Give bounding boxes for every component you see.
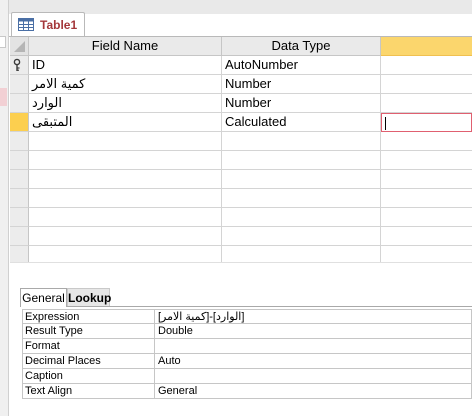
description-cell[interactable]: [381, 208, 472, 227]
select-all-triangle-icon: [14, 41, 25, 52]
row-selector[interactable]: [10, 246, 29, 262]
data-type-cell[interactable]: Calculated: [222, 113, 381, 132]
row-selector[interactable]: [10, 151, 29, 170]
navigation-pane-selected-item[interactable]: [0, 88, 7, 106]
property-value-caption[interactable]: [155, 369, 472, 384]
table-icon: [18, 18, 34, 31]
row-selector[interactable]: [10, 56, 29, 75]
field-name-cell[interactable]: المتبقى: [29, 113, 222, 132]
property-name: Text Align: [22, 384, 155, 399]
description-cell[interactable]: [381, 132, 472, 151]
data-type-cell[interactable]: [222, 151, 381, 170]
description-cell[interactable]: [381, 75, 472, 94]
select-all-corner[interactable]: [10, 37, 29, 56]
tab-divider: [67, 306, 472, 307]
data-type-cell[interactable]: Number: [222, 75, 381, 94]
navigation-pane-edge: [0, 0, 9, 416]
property-value-decimal-places[interactable]: Auto: [155, 354, 472, 369]
navigation-pane-item[interactable]: [0, 36, 6, 48]
tab-lookup[interactable]: Lookup: [67, 288, 111, 307]
property-name: Expression: [22, 309, 155, 324]
text-cursor: [385, 117, 386, 130]
property-value-result-type[interactable]: Double: [155, 324, 472, 339]
field-name-cell[interactable]: [29, 189, 222, 208]
data-type-cell[interactable]: [222, 132, 381, 151]
row-selector[interactable]: [10, 189, 29, 208]
column-header-data-type[interactable]: Data Type: [222, 37, 381, 56]
field-properties-pane: General Lookup Expression [الوارد]-[كمية…: [10, 286, 472, 416]
description-cell[interactable]: [381, 170, 472, 189]
row-selector[interactable]: [10, 208, 29, 227]
description-cell[interactable]: [381, 151, 472, 170]
field-name-cell[interactable]: [29, 208, 222, 227]
table-design-grid: Field Name Data Type ID AutoNumber كمية …: [10, 37, 472, 262]
field-name-cell[interactable]: الوارد: [29, 94, 222, 113]
property-value-text-align[interactable]: General: [155, 384, 472, 399]
description-cell[interactable]: [381, 227, 472, 246]
field-name-cell[interactable]: [29, 227, 222, 246]
description-cell[interactable]: [381, 94, 472, 113]
row-selector[interactable]: [10, 94, 29, 113]
property-name: Result Type: [22, 324, 155, 339]
data-type-cell[interactable]: [222, 208, 381, 227]
property-name: Format: [22, 339, 155, 354]
row-selector[interactable]: [10, 132, 29, 151]
data-type-cell[interactable]: Number: [222, 94, 381, 113]
property-row-expression: Expression [الوارد]-[كمية الامر]: [22, 309, 472, 324]
property-name: Decimal Places: [22, 354, 155, 369]
property-row-decimal-places: Decimal Places Auto: [22, 354, 472, 369]
column-header-description[interactable]: [381, 37, 472, 56]
description-cell[interactable]: [381, 56, 472, 75]
data-type-cell[interactable]: [222, 189, 381, 208]
description-cell[interactable]: [381, 189, 472, 208]
row-selector-current[interactable]: [10, 113, 29, 132]
row-selector[interactable]: [10, 227, 29, 246]
field-name-cell[interactable]: [29, 246, 222, 262]
field-name-cell[interactable]: [29, 151, 222, 170]
field-name-cell[interactable]: كمية الامر: [29, 75, 222, 94]
property-row-format: Format: [22, 339, 472, 354]
property-row-result-type: Result Type Double: [22, 324, 472, 339]
property-value-format[interactable]: [155, 339, 472, 354]
primary-key-icon: [13, 58, 21, 71]
data-type-cell[interactable]: [222, 170, 381, 189]
document-tab-label: Table1: [40, 18, 78, 32]
column-header-field-name[interactable]: Field Name: [29, 37, 222, 56]
tab-general[interactable]: General: [20, 288, 67, 307]
property-row-text-align: Text Align General: [22, 384, 472, 399]
property-row-caption: Caption: [22, 369, 472, 384]
field-name-cell[interactable]: ID: [29, 56, 222, 75]
property-value-expression[interactable]: [الوارد]-[كمية الامر]: [155, 309, 472, 324]
data-type-cell[interactable]: [222, 246, 381, 262]
property-name: Caption: [22, 369, 155, 384]
field-name-cell[interactable]: [29, 170, 222, 189]
pane-divider: [10, 262, 472, 286]
field-name-cell[interactable]: [29, 132, 222, 151]
property-sheet: Expression [الوارد]-[كمية الامر] Result …: [22, 309, 472, 399]
description-cell-active[interactable]: [381, 113, 472, 132]
document-tab-table1[interactable]: Table1: [11, 12, 85, 38]
data-type-cell[interactable]: AutoNumber: [222, 56, 381, 75]
row-selector[interactable]: [10, 170, 29, 189]
row-selector[interactable]: [10, 75, 29, 94]
data-type-cell[interactable]: [222, 227, 381, 246]
